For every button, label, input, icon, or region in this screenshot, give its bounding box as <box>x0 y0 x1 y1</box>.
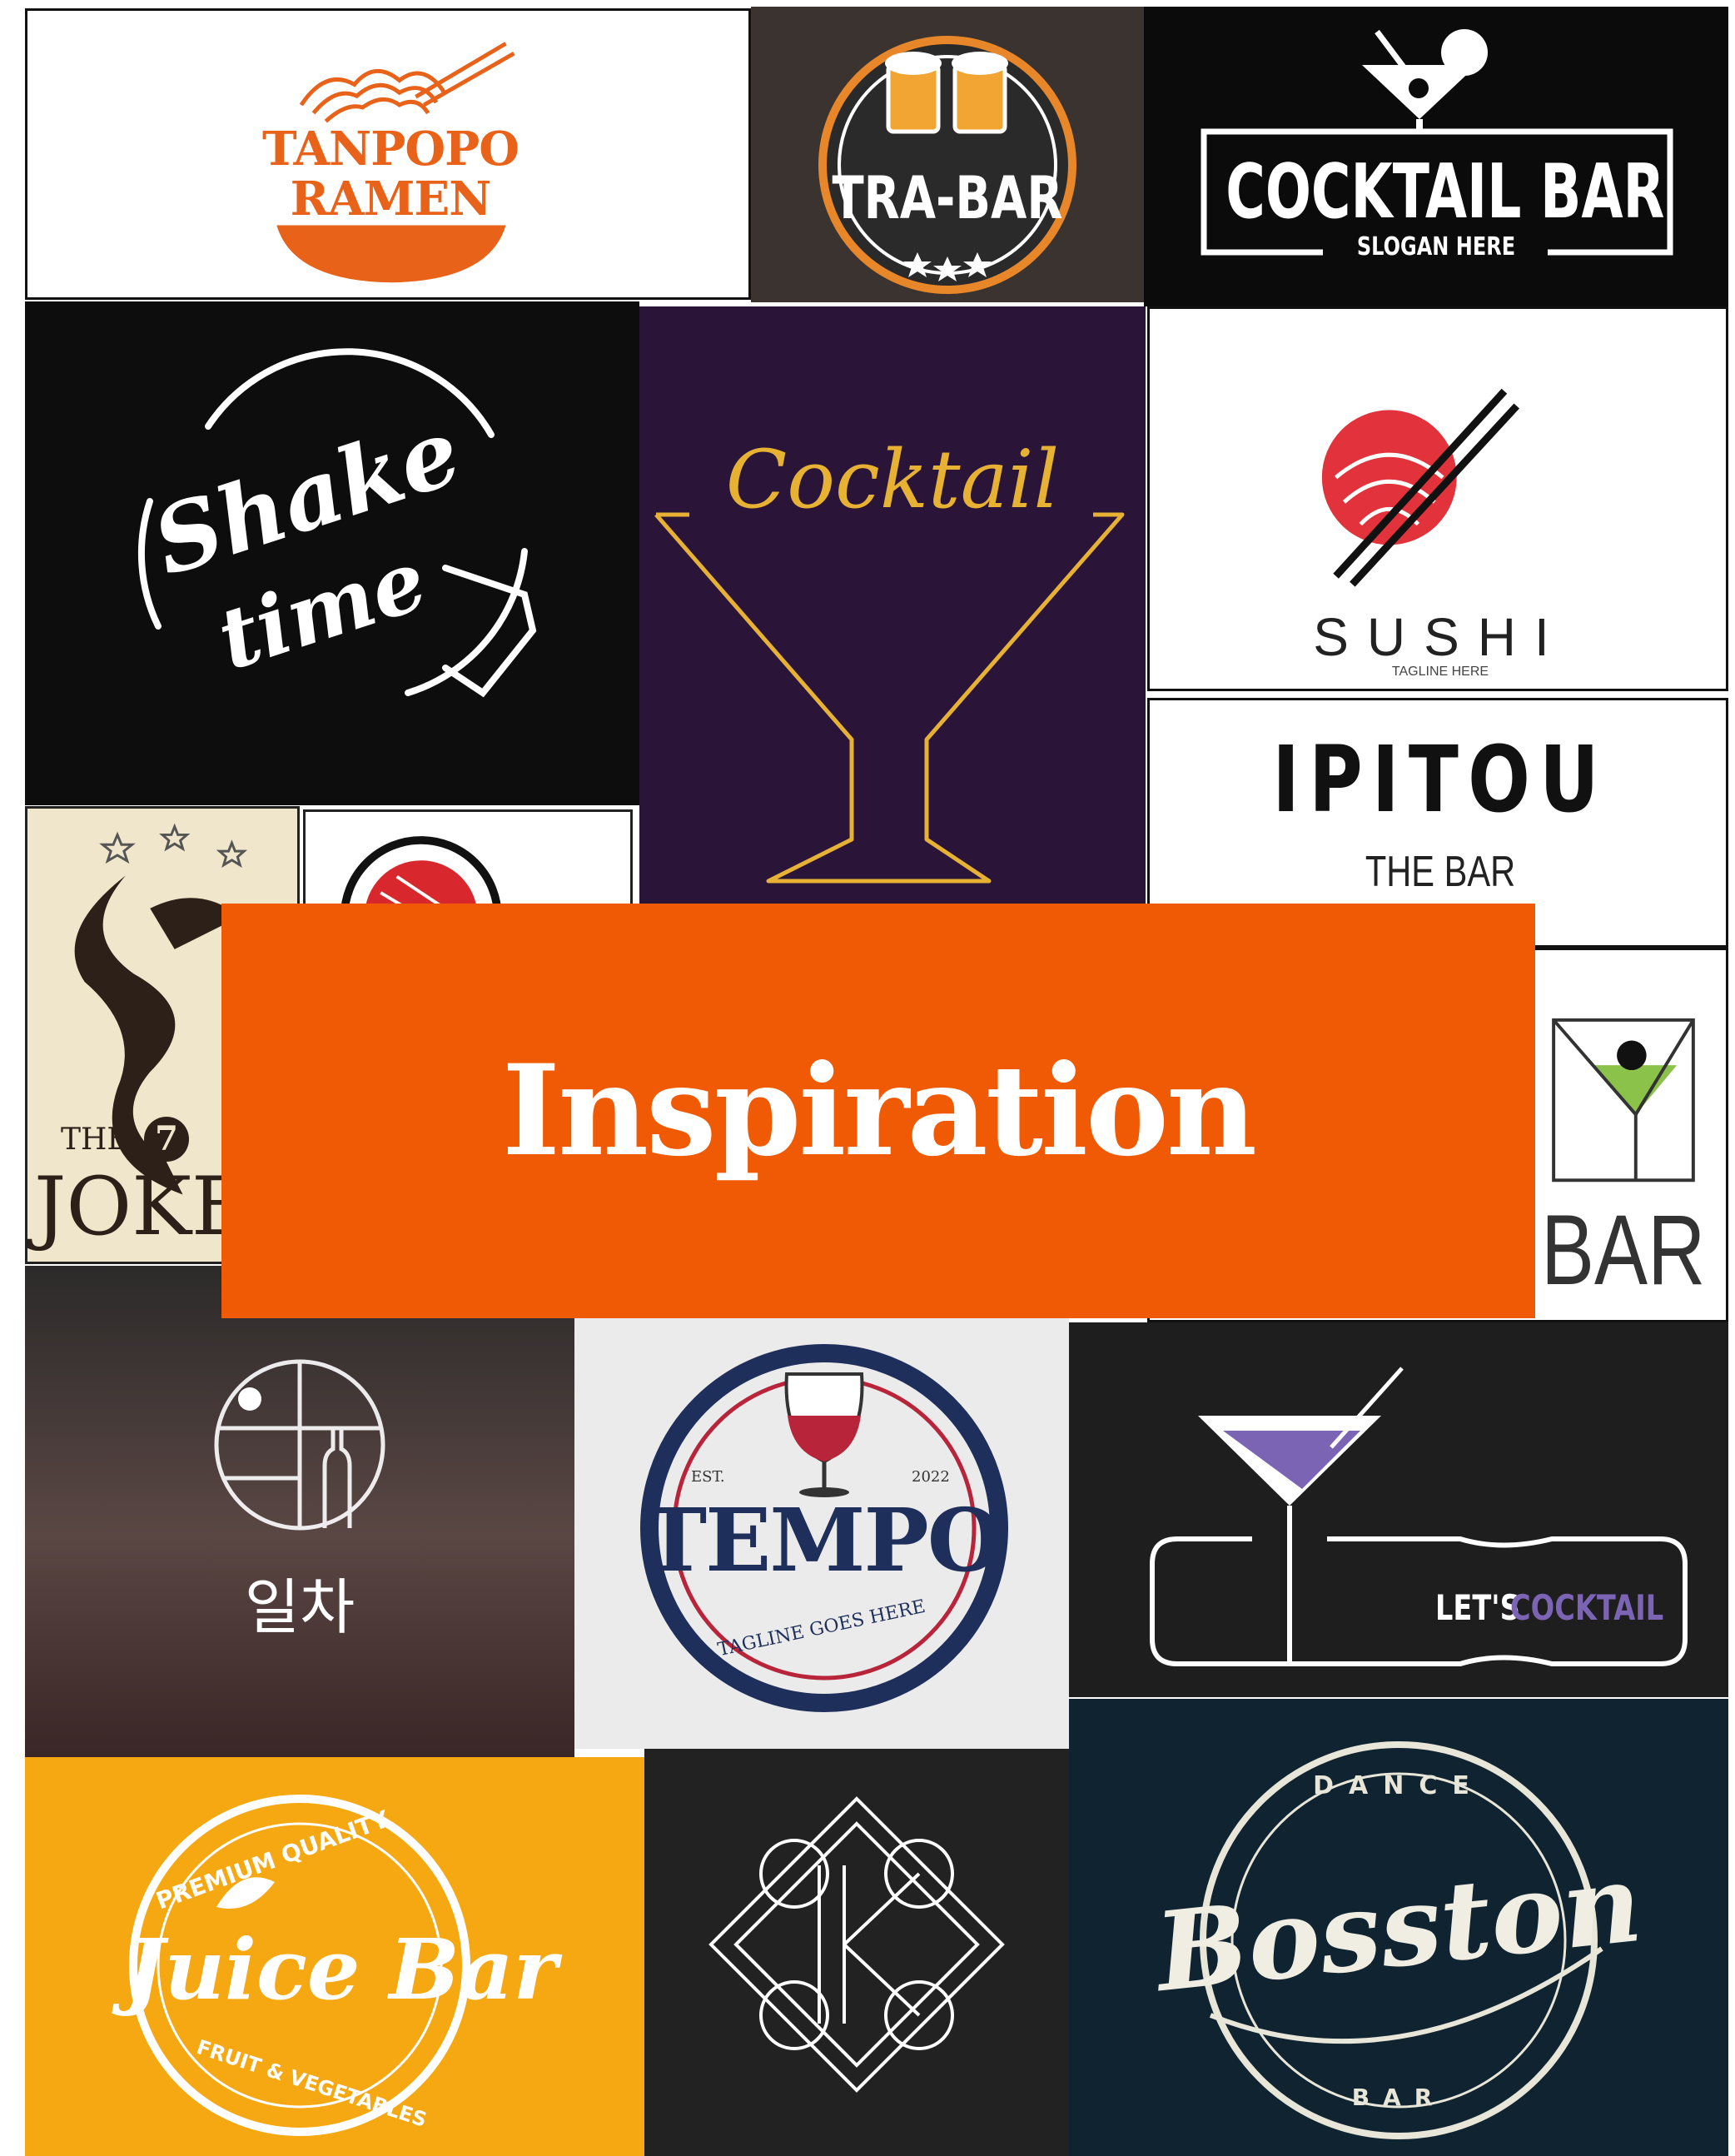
k-monogram-icon <box>708 1796 1005 2093</box>
neon-martini-glass-icon <box>654 512 1125 884</box>
tanpopo-title: TANPOPO <box>261 122 520 177</box>
ilcha-title: 일차 <box>244 1575 355 1641</box>
banner-title: Inspiration <box>501 1038 1257 1184</box>
k-monogram-logo-tile: K <box>644 1749 1069 2156</box>
lets-cocktail-logo-tile: LET'S COCKTAIL <box>1069 1322 1728 1697</box>
bosston-logo-tile: DANCE Bosston BAR <box>1069 1699 1728 2156</box>
inspiration-banner: Inspiration <box>221 904 1535 1318</box>
juice-bar-title: Juice Bar <box>125 1920 558 2019</box>
bosston-dance: DANCE <box>1313 1771 1484 1800</box>
sushi-logo-tile: SUSHI TAGLINE HERE <box>1147 306 1728 691</box>
joker-number: 7 <box>144 1117 189 1162</box>
ilcha-logo-tile: 일차 <box>25 1266 574 1757</box>
tra-bar-logo-tile: TRA-BAR <box>751 7 1144 302</box>
joker-the: THE <box>61 1123 129 1157</box>
neon-cocktail-logo-tile: Cocktail <box>639 306 1146 906</box>
sushi-tagline: TAGLINE HERE <box>1391 665 1489 679</box>
cocktail-bar-title: COCKTAIL BAR <box>1225 148 1665 236</box>
tra-bar-title: TRA-BAR <box>832 164 1063 232</box>
cocktail-word: COCKTAIL <box>1510 1587 1664 1628</box>
tempo-title: TEMPO <box>642 1489 1003 1591</box>
ipitou-subtitle: THE BAR <box>1365 848 1516 896</box>
tempo-logo-tile: EST. 2022 TEMPO TAGLINE GOES HERE <box>574 1316 1069 1749</box>
juice-bar-logo-tile: PREMIUM QUALITY Juice Bar FRUIT & VEGETA… <box>25 1757 644 2156</box>
ipitou-title: IPITOU <box>1272 726 1608 833</box>
martini-shaker-outline-icon <box>1150 1367 1688 1666</box>
shaker-circle-icon <box>137 348 537 698</box>
bosston-bar: BAR <box>1351 2084 1446 2111</box>
minimal-bar-text: BAR <box>1541 1194 1706 1306</box>
cocktail-bar-logo-tile: COCKTAIL BAR SLOGAN HERE <box>1144 7 1728 306</box>
lets-word: LET'S <box>1435 1587 1520 1628</box>
tempo-est: EST. <box>691 1468 725 1486</box>
sushi-title: SUSHI <box>1313 607 1568 667</box>
tempo-year: 2022 <box>912 1468 950 1486</box>
joker-title: JOKE <box>34 1160 250 1253</box>
cocktail-bar-slogan: SLOGAN HERE <box>1356 232 1516 261</box>
window-bottle-icon <box>25 1266 574 1757</box>
tanpopo-ramen-logo-tile: TANPOPO RAMEN <box>25 8 751 300</box>
ramen-title: RAMEN <box>290 172 492 227</box>
neon-cocktail-word: Cocktail <box>725 433 1060 526</box>
shake-time-logo-tile: Shake time <box>25 301 639 805</box>
beer-mugs-badge-icon <box>818 36 1076 294</box>
